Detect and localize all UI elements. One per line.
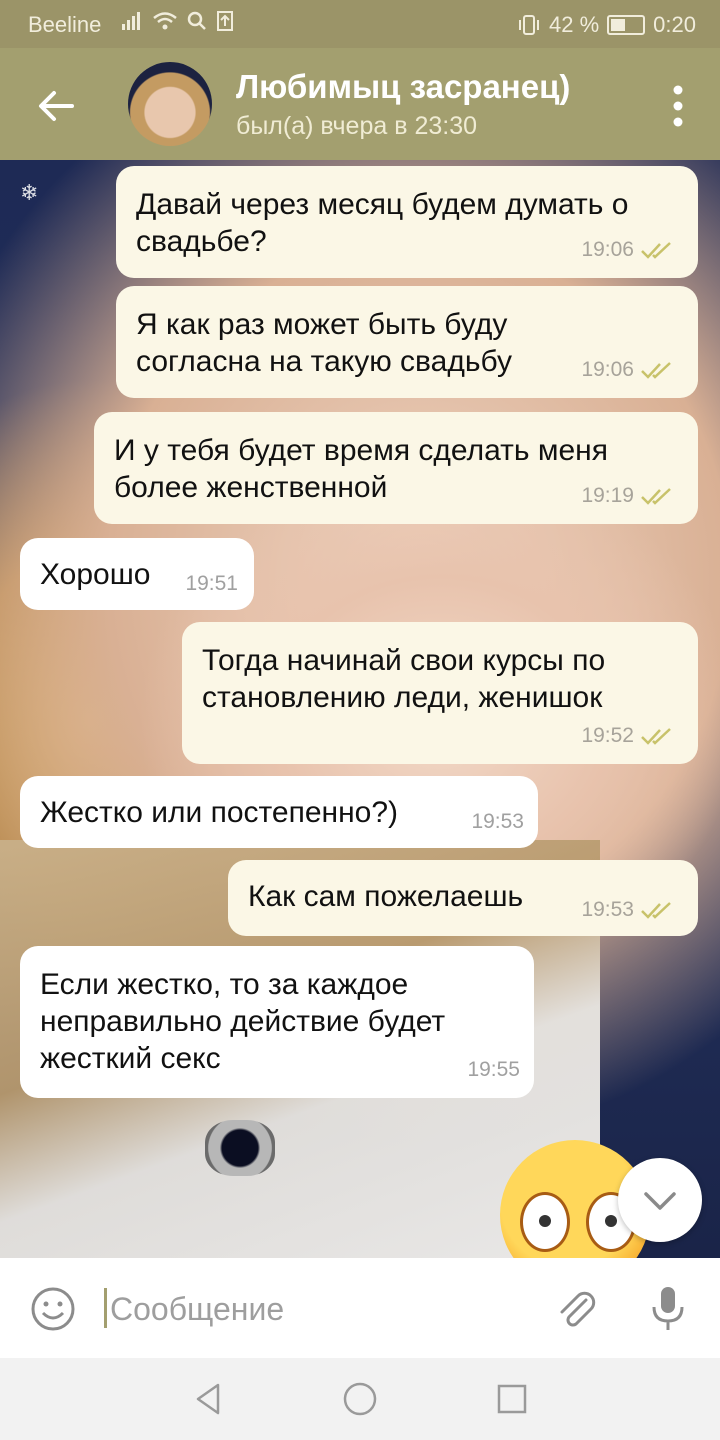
message-input[interactable] bbox=[108, 1280, 532, 1338]
message-time: 19:55 bbox=[467, 1058, 520, 1081]
signal-icon bbox=[122, 12, 140, 30]
chevron-down-icon bbox=[644, 1192, 676, 1210]
clock: 0:20 bbox=[653, 12, 696, 37]
message-time: 19:51 bbox=[185, 572, 238, 595]
chat-title[interactable]: Любимыц засранец) bbox=[236, 68, 570, 106]
upload-icon bbox=[217, 11, 233, 31]
double-check-icon bbox=[641, 241, 671, 259]
wifi-icon bbox=[153, 12, 177, 30]
double-check-icon bbox=[641, 727, 671, 745]
message-text: Я как раз может быть буду согласна на та… bbox=[136, 308, 512, 378]
scroll-down-button[interactable] bbox=[618, 1158, 702, 1242]
microphone-icon[interactable] bbox=[648, 1284, 688, 1334]
search-icon bbox=[187, 11, 206, 30]
message-meta: 19:51 bbox=[185, 565, 238, 602]
message-text: Тогда начинай свои курсы по становлению … bbox=[202, 644, 606, 714]
emoji-smile-icon[interactable] bbox=[30, 1286, 76, 1332]
message-text: Если жестко, то за каждое неправильно де… bbox=[40, 968, 446, 1075]
status-icons bbox=[120, 10, 234, 32]
message-time: 19:19 bbox=[581, 484, 634, 507]
double-check-icon bbox=[641, 487, 671, 505]
message-bubble[interactable]: Как сам пожелаешь 19:53 bbox=[228, 860, 698, 936]
text-cursor bbox=[104, 1288, 107, 1328]
battery-icon bbox=[607, 15, 646, 35]
paperclip-icon[interactable] bbox=[552, 1286, 598, 1332]
message-meta: 19:53 bbox=[471, 803, 524, 840]
more-vertical-icon[interactable] bbox=[672, 84, 684, 128]
message-bubble[interactable]: Жестко или постепенно?) 19:53 bbox=[20, 776, 538, 848]
chat-header: Любимыц засранец) был(а) вчера в 23:30 bbox=[0, 48, 720, 160]
nav-home-icon[interactable] bbox=[342, 1381, 378, 1417]
message-meta: 19:53 bbox=[581, 891, 674, 928]
message-time: 19:53 bbox=[581, 898, 634, 921]
message-text: Жестко или постепенно?) bbox=[40, 796, 399, 829]
message-time: 19:52 bbox=[581, 724, 634, 747]
message-bubble[interactable]: Давай через месяц будем думать о свадьбе… bbox=[116, 166, 698, 278]
double-check-icon bbox=[641, 361, 671, 379]
last-seen-status: был(а) вчера в 23:30 bbox=[236, 112, 478, 140]
system-nav-bar bbox=[0, 1358, 720, 1440]
message-bubble[interactable]: Хорошо 19:51 bbox=[20, 538, 254, 610]
message-text: Как сам пожелаешь bbox=[248, 880, 524, 913]
message-meta: 19:55 bbox=[467, 1051, 520, 1088]
arrow-left-icon[interactable] bbox=[32, 82, 80, 130]
message-time: 19:06 bbox=[581, 358, 634, 381]
message-bubble[interactable]: Если жестко, то за каждое неправильно де… bbox=[20, 946, 534, 1098]
message-bubble[interactable]: Я как раз может быть буду согласна на та… bbox=[116, 286, 698, 398]
background-photo-brooch bbox=[205, 1120, 275, 1176]
message-meta: 19:06 bbox=[581, 231, 674, 268]
message-bubble[interactable]: Тогда начинай свои курсы по становлению … bbox=[182, 622, 698, 764]
snowflake-icon: ❄ bbox=[20, 180, 39, 205]
message-meta: 19:19 bbox=[581, 477, 674, 514]
message-time: 19:06 bbox=[581, 238, 634, 261]
status-bar: Beeline 42 % 0:20 bbox=[0, 0, 720, 48]
message-meta: 19:52 bbox=[581, 717, 674, 754]
nav-back-icon[interactable] bbox=[190, 1381, 226, 1417]
double-check-icon bbox=[641, 901, 671, 919]
message-text: Хорошо bbox=[40, 558, 151, 591]
battery-percent: 42 % bbox=[549, 12, 600, 37]
message-composer bbox=[0, 1258, 720, 1358]
vibrate-icon bbox=[519, 15, 540, 35]
nav-recent-icon[interactable] bbox=[496, 1383, 528, 1415]
chat-background: ❄ Давай через месяц будем думать о свадь… bbox=[0, 160, 720, 1258]
message-time: 19:53 bbox=[471, 810, 524, 833]
avatar[interactable] bbox=[128, 62, 212, 146]
carrier-label: Beeline bbox=[28, 12, 102, 37]
message-meta: 19:06 bbox=[581, 351, 674, 388]
message-bubble[interactable]: И у тебя будет время сделать меня более … bbox=[94, 412, 698, 524]
